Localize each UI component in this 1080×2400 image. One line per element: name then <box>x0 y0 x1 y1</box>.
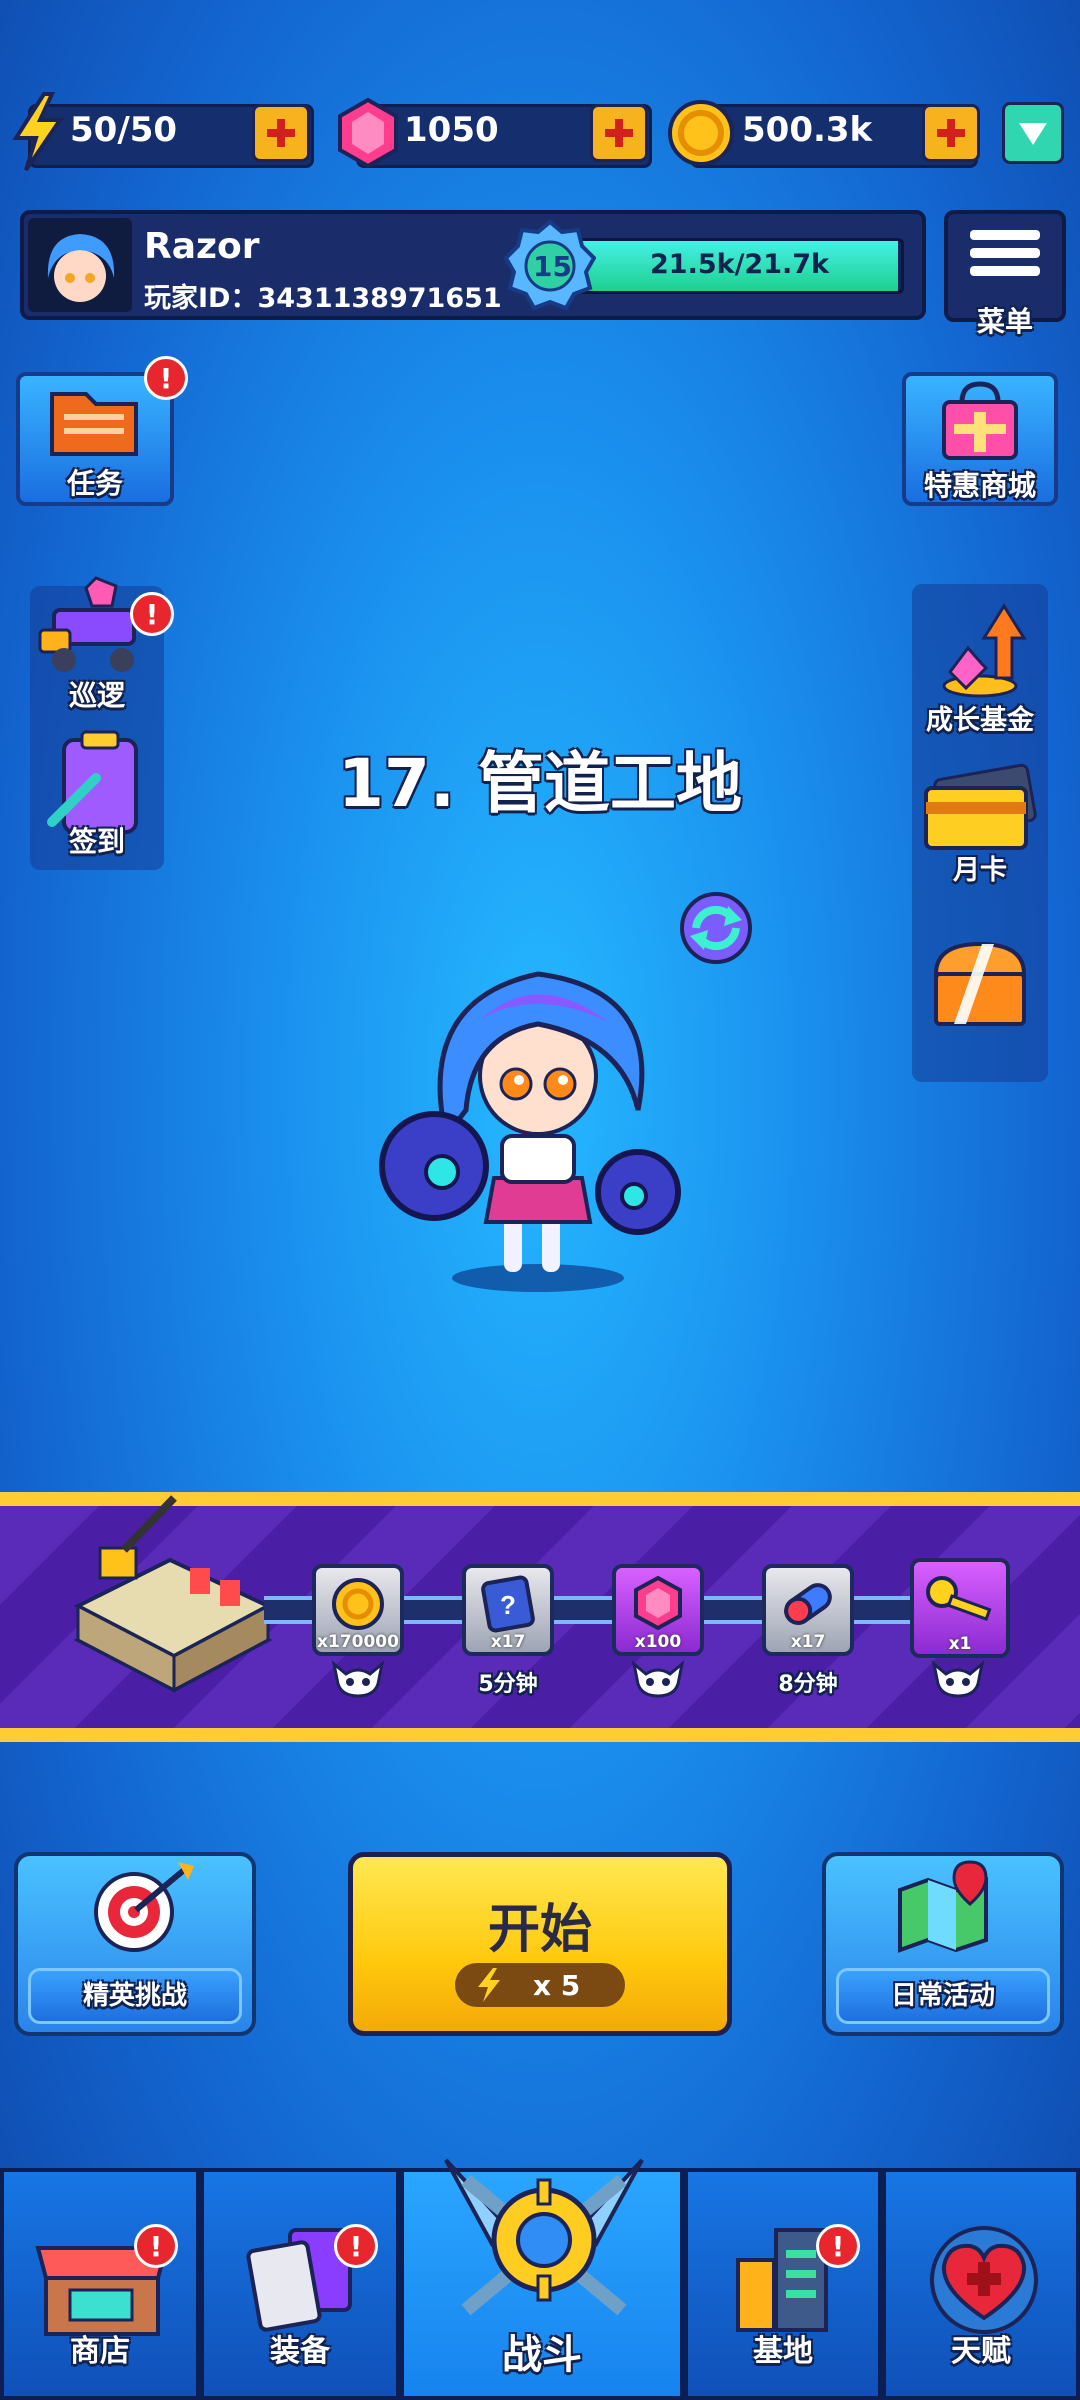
daily-activity-button[interactable]: 日常活动 <box>822 1852 1064 2036</box>
level-number: 15 <box>533 250 572 283</box>
nav-talent-label: 天赋 <box>951 2334 1011 2369</box>
daily-activity-label: 日常活动 <box>836 1968 1050 2024</box>
nav-tab-talent[interactable]: 天赋 <box>882 2168 1080 2400</box>
reward-coin[interactable]: x170000 <box>312 1564 404 1656</box>
player-name: Razor <box>144 226 260 267</box>
reward-qty: x17 <box>790 1632 826 1652</box>
gem-icon <box>336 97 400 169</box>
target-icon <box>94 1862 194 1952</box>
boss-skull-icon <box>630 1660 686 1700</box>
treasure-chest-icon <box>933 941 1027 1026</box>
tasks-label: 任务 <box>66 467 123 500</box>
reward-key[interactable]: x1 <box>910 1558 1010 1658</box>
map-icon <box>898 1860 988 1953</box>
player-id: 玩家ID：3431138971651 <box>144 283 502 314</box>
growth-fund-icon <box>942 603 1027 698</box>
hero-character[interactable] <box>376 960 706 1300</box>
reward-time-label: 5分钟 <box>478 1672 538 1697</box>
menu-label: 菜单 <box>976 305 1033 338</box>
avatar[interactable] <box>28 218 132 312</box>
reward-qty: x1 <box>948 1634 972 1654</box>
reward-qty: x100 <box>634 1632 682 1652</box>
growth-fund-button[interactable] <box>920 602 1040 702</box>
reward-capsule[interactable]: x17 <box>762 1564 854 1656</box>
nav-tab-equipment[interactable]: 装备 <box>200 2168 400 2400</box>
coins-value: 500.3k <box>742 110 873 150</box>
svg-text:?: ? <box>500 1590 516 1620</box>
gems-value: 1050 <box>404 110 499 150</box>
start-button[interactable]: 开始 x 5 <box>348 1852 732 2036</box>
stage-map-thumbnail[interactable] <box>70 1490 280 1700</box>
add-gems-button[interactable] <box>590 104 648 162</box>
boss-skull-icon <box>330 1660 386 1700</box>
checkin-label: 签到 <box>68 825 125 858</box>
nav-battle-label: 战斗 <box>502 2332 582 2378</box>
hamburger-icon <box>970 230 1040 276</box>
patrol-label: 巡逻 <box>68 679 125 712</box>
start-label: 开始 <box>487 1900 592 1960</box>
shopping-bag-icon <box>942 381 1018 460</box>
monthly-card-label: 月卡 <box>953 855 1007 886</box>
stage-title: 17. 管道工地 <box>338 745 742 822</box>
elite-challenge-label: 精英挑战 <box>28 1968 242 2024</box>
reward-gem[interactable]: x100 <box>612 1564 704 1656</box>
reward-ticket[interactable]: ? x17 <box>462 1564 554 1656</box>
ticket-icon: ? <box>481 1575 535 1633</box>
shield-button[interactable] <box>1002 102 1064 164</box>
nav-tab-base[interactable]: 基地 <box>684 2168 882 2400</box>
patrol-alert-badge: ! <box>130 592 174 636</box>
nav-shop-label: 商店 <box>70 2334 130 2369</box>
base-alert-badge: ! <box>816 2224 860 2268</box>
xp-text: 21.5k/21.7k <box>650 249 830 280</box>
lightning-icon <box>10 92 66 172</box>
lightning-icon <box>478 1968 500 2002</box>
elite-challenge-button[interactable]: 精英挑战 <box>14 1852 256 2036</box>
gem-icon <box>634 1575 682 1631</box>
key-icon <box>926 1576 992 1622</box>
energy-value: 50/50 <box>70 110 178 150</box>
reward-qty: x170000 <box>317 1632 399 1652</box>
nav-tab-shop[interactable]: 商店 <box>0 2168 200 2400</box>
switch-character-button[interactable] <box>666 888 766 968</box>
start-cost-pill: x 5 <box>455 1963 625 2007</box>
boss-skull-icon <box>930 1660 986 1700</box>
treasure-chest-button[interactable] <box>922 930 1038 1034</box>
capsule-icon <box>784 1583 832 1625</box>
shield-icon <box>1019 123 1047 145</box>
start-cost: x 5 <box>533 1969 581 2002</box>
reward-time-label: 8分钟 <box>778 1672 838 1697</box>
reward-qty: x17 <box>490 1632 526 1652</box>
coin-icon <box>666 98 736 168</box>
coin-icon <box>332 1578 384 1630</box>
nav-base-label: 基地 <box>753 2334 813 2369</box>
battle-emblem-icon <box>426 2140 662 2330</box>
heart-talent-icon <box>930 2226 1038 2334</box>
shop-alert-badge: ! <box>134 2224 178 2268</box>
refresh-icon <box>680 892 752 964</box>
nav-equipment-label: 装备 <box>270 2334 330 2369</box>
equipment-alert-badge: ! <box>334 2224 378 2268</box>
add-coins-button[interactable] <box>922 104 980 162</box>
add-energy-button[interactable] <box>252 104 310 162</box>
special-shop-label: 特惠商城 <box>923 469 1036 502</box>
tasks-alert-badge: ! <box>144 356 188 400</box>
